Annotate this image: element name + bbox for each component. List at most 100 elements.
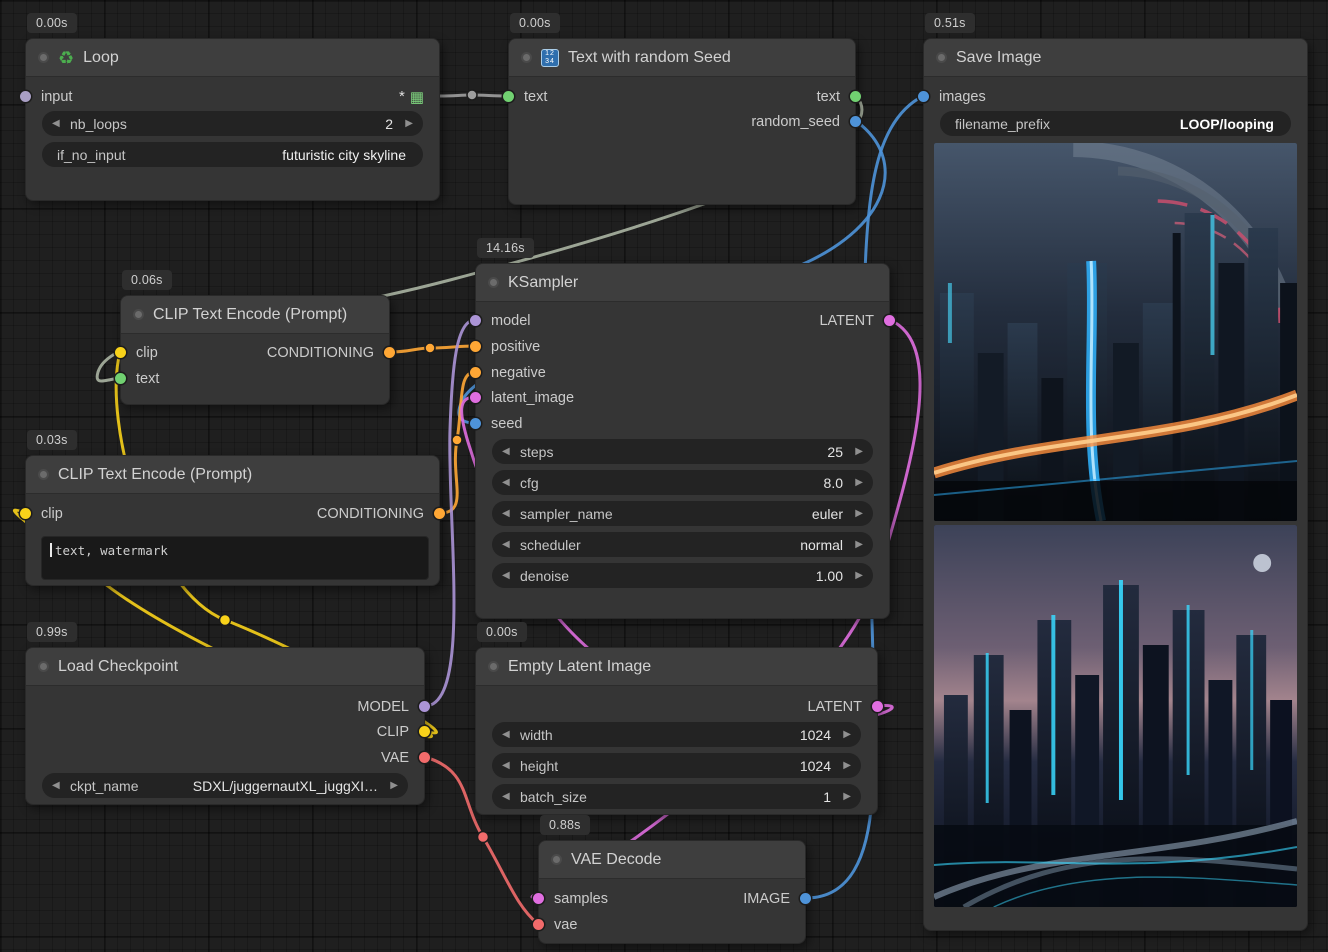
prompt-textarea[interactable]: text, watermark [41,536,429,580]
reroute-dot[interactable] [452,435,462,445]
node-header[interactable]: CLIP Text Encode (Prompt) [26,456,439,494]
node-load-checkpoint[interactable]: 0.99s Load Checkpoint MODEL CLIP VAE ◀ c… [25,647,425,805]
slot-dot-samples[interactable] [533,893,544,904]
output-slot-text[interactable]: text [817,86,855,108]
collapse-dot[interactable] [551,854,562,865]
node-header[interactable]: VAE Decode [539,841,805,879]
collapse-dot[interactable] [38,469,49,480]
steps-widget[interactable]: ◀ steps 25 ▶ [492,439,873,464]
nb-loops-widget[interactable]: ◀ nb_loops 2 ▶ [42,111,423,136]
increment-arrow[interactable]: ▶ [400,118,413,129]
denoise-widget[interactable]: ◀ denoise 1.00 ▶ [492,563,873,588]
slot-dot-seed[interactable] [470,418,481,429]
input-slot-samples[interactable]: samples [539,888,608,910]
slot-dot-clip[interactable] [20,508,31,519]
collapse-dot[interactable] [488,661,499,672]
decrement-arrow[interactable]: ◀ [502,729,515,740]
ckpt-name-widget[interactable]: ◀ ckpt_name SDXL/juggernautXL_juggXI… ▶ [42,773,408,798]
output-slot-conditioning[interactable]: CONDITIONING [317,503,439,525]
input-slot-text[interactable]: text [509,86,547,108]
node-empty-latent-image[interactable]: 0.00s Empty Latent Image LATENT ◀ width … [475,647,878,815]
node-text-random-seed[interactable]: 0.00s 12 34 Text with random Seed text t… [508,38,856,205]
input-slot-clip[interactable]: clip [26,503,63,525]
decrement-arrow[interactable]: ◀ [502,508,515,519]
output-slot-conditioning[interactable]: CONDITIONING [267,342,389,364]
slot-dot-input[interactable] [20,91,31,102]
increment-arrow[interactable]: ▶ [850,508,863,519]
node-header[interactable]: Load Checkpoint [26,648,424,686]
scheduler-widget[interactable]: ◀ scheduler normal ▶ [492,532,873,557]
sampler-name-widget[interactable]: ◀ sampler_name euler ▶ [492,501,873,526]
slot-dot-latent-image[interactable] [470,392,481,403]
reroute-dot[interactable] [220,615,231,626]
slot-dot-latent[interactable] [872,701,883,712]
output-slot-image[interactable]: IMAGE [743,888,805,910]
node-clip-encode-positive[interactable]: 0.06s CLIP Text Encode (Prompt) clip tex… [120,295,390,405]
input-slot-clip[interactable]: clip [121,342,158,364]
slot-dot-text[interactable] [503,91,514,102]
slot-dot-model[interactable] [419,701,430,712]
collapse-dot[interactable] [38,52,49,63]
input-slot-input[interactable]: input [26,86,72,108]
input-slot-vae[interactable]: vae [539,914,577,936]
output-slot-clip[interactable]: CLIP [377,721,424,743]
slot-dot-model[interactable] [470,315,481,326]
decrement-arrow[interactable]: ◀ [502,791,515,802]
input-slot-text[interactable]: text [121,368,159,390]
slot-dot-conditioning[interactable] [384,347,395,358]
slot-dot-conditioning[interactable] [434,508,445,519]
decrement-arrow[interactable]: ◀ [502,446,515,457]
slot-dot-text-out[interactable] [850,91,861,102]
output-slot-any[interactable]: * ▦ [399,86,439,108]
output-slot-vae[interactable]: VAE [381,747,424,769]
decrement-arrow[interactable]: ◀ [502,539,515,550]
decrement-arrow[interactable]: ◀ [502,760,515,771]
slot-dot-clip[interactable] [115,347,126,358]
slot-dot-negative[interactable] [470,367,481,378]
collapse-dot[interactable] [488,277,499,288]
slot-dot-positive[interactable] [470,341,481,352]
output-slot-latent[interactable]: LATENT [807,696,877,718]
batch-size-widget[interactable]: ◀ batch_size 1 ▶ [492,784,861,809]
slot-dot-vae[interactable] [533,919,544,930]
filename-prefix-widget[interactable]: filename_prefix LOOP/looping [940,111,1291,136]
slot-dot-image[interactable] [800,893,811,904]
input-slot-seed[interactable]: seed [476,413,522,435]
reroute-dot[interactable] [467,90,477,100]
input-slot-negative[interactable]: negative [476,362,546,384]
slot-dot-images[interactable] [918,91,929,102]
width-widget[interactable]: ◀ width 1024 ▶ [492,722,861,747]
decrement-arrow[interactable]: ◀ [502,477,515,488]
slot-dot-text[interactable] [115,373,126,384]
slot-dot-vae[interactable] [419,752,430,763]
collapse-dot[interactable] [38,661,49,672]
increment-arrow[interactable]: ▶ [838,760,851,771]
output-slot-random-seed[interactable]: random_seed [751,111,855,133]
node-vae-decode[interactable]: 0.88s VAE Decode samples vae IMAGE [538,840,806,944]
increment-arrow[interactable]: ▶ [850,539,863,550]
node-header[interactable]: Save Image [924,39,1307,77]
collapse-dot[interactable] [936,52,947,63]
node-save-image[interactable]: 0.51s Save Image images filename_prefix … [923,38,1308,931]
node-header[interactable]: 12 34 Text with random Seed [509,39,855,77]
input-slot-latent-image[interactable]: latent_image [476,387,574,409]
input-slot-images[interactable]: images [924,86,986,108]
node-header[interactable]: ♻ Loop [26,39,439,77]
input-slot-model[interactable]: model [476,310,531,332]
node-loop[interactable]: 0.00s ♻ Loop input * ▦ ◀ nb_loops 2 ▶ if… [25,38,440,201]
increment-arrow[interactable]: ▶ [838,791,851,802]
decrement-arrow[interactable]: ◀ [502,570,515,581]
slot-dot-random-seed[interactable] [850,116,861,127]
input-slot-positive[interactable]: positive [476,336,540,358]
height-widget[interactable]: ◀ height 1024 ▶ [492,753,861,778]
node-clip-encode-negative[interactable]: 0.03s CLIP Text Encode (Prompt) clip CON… [25,455,440,586]
cfg-widget[interactable]: ◀ cfg 8.0 ▶ [492,470,873,495]
node-ksampler[interactable]: 14.16s KSampler model positive negative … [475,263,890,619]
increment-arrow[interactable]: ▶ [850,477,863,488]
node-header[interactable]: Empty Latent Image [476,648,877,686]
if-no-input-widget[interactable]: if_no_input futuristic city skyline [42,142,423,167]
previous-arrow[interactable]: ◀ [52,780,65,791]
reroute-dot[interactable] [478,832,489,843]
reroute-dot[interactable] [425,343,435,353]
slot-dot-latent[interactable] [884,315,895,326]
